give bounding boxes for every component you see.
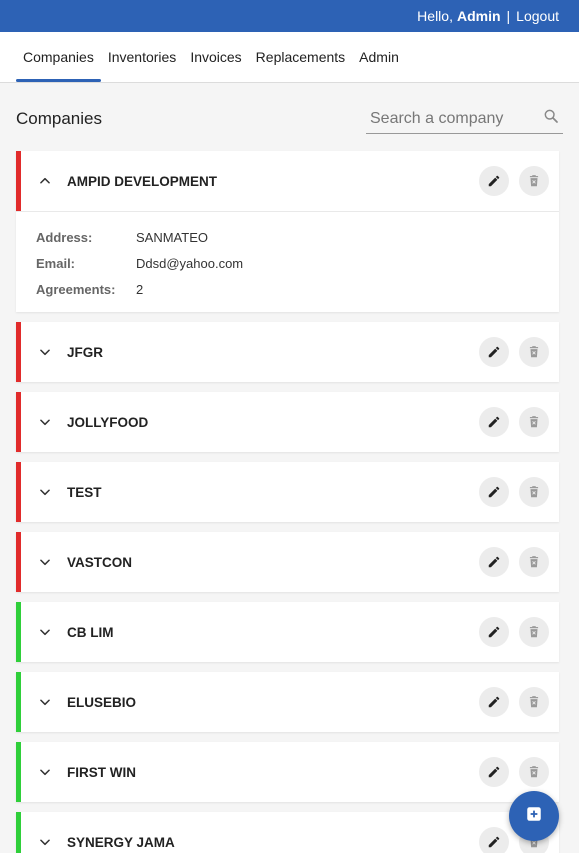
edit-button[interactable] xyxy=(479,547,509,577)
company-card-header[interactable]: TEST xyxy=(21,462,559,522)
greeting-text: Hello, xyxy=(417,8,453,24)
trash-icon xyxy=(527,174,541,188)
company-list: AMPID DEVELOPMENT Address: SANMATEO Email: D… xyxy=(0,151,579,853)
chevron-down-icon[interactable] xyxy=(35,762,55,782)
company-card: AMPID DEVELOPMENT Address: SANMATEO Email: D… xyxy=(16,151,559,312)
delete-button[interactable] xyxy=(519,687,549,717)
email-label: Email: xyxy=(36,255,76,271)
company-name: VASTCON xyxy=(67,554,133,570)
company-name: FIRST WIN xyxy=(67,764,136,780)
delete-button[interactable] xyxy=(519,617,549,647)
company-card-header[interactable]: AMPID DEVELOPMENT xyxy=(16,151,559,211)
delete-button[interactable] xyxy=(519,757,549,787)
address-row: Address: SANMATEO xyxy=(36,224,559,250)
chevron-down-icon[interactable] xyxy=(35,552,55,572)
company-name: JFGR xyxy=(67,344,104,360)
edit-button[interactable] xyxy=(479,337,509,367)
pencil-icon xyxy=(487,174,501,188)
main-nav: Companies Inventories Invoices Replaceme… xyxy=(0,32,579,83)
company-card: VASTCON xyxy=(16,532,559,592)
tab-inventories[interactable]: Inventories xyxy=(101,32,183,82)
company-card-header[interactable]: VASTCON xyxy=(21,532,559,592)
chevron-down-icon[interactable] xyxy=(35,622,55,642)
trash-icon xyxy=(527,415,541,429)
company-name: JOLLYFOOD xyxy=(67,414,149,430)
delete-button[interactable] xyxy=(519,547,549,577)
delete-button[interactable] xyxy=(519,477,549,507)
company-card: SYNERGY JAMA xyxy=(16,812,559,853)
tab-replacements[interactable]: Replacements xyxy=(249,32,353,82)
separator: | xyxy=(506,8,511,24)
pencil-icon xyxy=(487,765,501,779)
edit-button[interactable] xyxy=(479,407,509,437)
chevron-down-icon[interactable] xyxy=(35,692,55,712)
logout-link[interactable]: Logout xyxy=(516,8,559,24)
chevron-down-icon[interactable] xyxy=(35,482,55,502)
chevron-down-icon[interactable] xyxy=(35,412,55,432)
company-card-header[interactable]: JFGR xyxy=(21,322,559,382)
address-value: SANMATEO xyxy=(136,229,208,245)
company-card-header[interactable]: CB LIM xyxy=(21,602,559,662)
pencil-icon xyxy=(487,555,501,569)
edit-button[interactable] xyxy=(479,166,509,196)
pencil-icon xyxy=(487,485,501,499)
edit-button[interactable] xyxy=(479,687,509,717)
company-card: FIRST WIN xyxy=(16,742,559,802)
company-name: ELUSEBIO xyxy=(67,694,137,710)
email-value: Ddsd@yahoo.com xyxy=(136,255,244,271)
delete-button[interactable] xyxy=(519,337,549,367)
agreements-value: 2 xyxy=(136,281,144,297)
add-company-button[interactable] xyxy=(509,791,559,841)
edit-button[interactable] xyxy=(479,477,509,507)
trash-icon xyxy=(527,765,541,779)
edit-button[interactable] xyxy=(479,827,509,853)
company-card-header[interactable]: SYNERGY JAMA xyxy=(21,812,559,853)
tab-admin[interactable]: Admin xyxy=(352,32,406,82)
company-card-header[interactable]: JOLLYFOOD xyxy=(21,392,559,452)
company-name: AMPID DEVELOPMENT xyxy=(67,173,218,189)
company-card: ELUSEBIO xyxy=(16,672,559,732)
trash-icon xyxy=(527,555,541,569)
company-card: JOLLYFOOD xyxy=(16,392,559,452)
edit-button[interactable] xyxy=(479,617,509,647)
chevron-down-icon[interactable] xyxy=(35,832,55,852)
pencil-icon xyxy=(487,695,501,709)
add-icon xyxy=(525,805,543,828)
chevron-down-icon[interactable] xyxy=(35,342,55,362)
address-label: Address: xyxy=(36,229,93,245)
company-card: JFGR xyxy=(16,322,559,382)
chevron-up-icon[interactable] xyxy=(35,171,55,191)
company-card: TEST xyxy=(16,462,559,522)
trash-icon xyxy=(527,485,541,499)
company-card: CB LIM xyxy=(16,602,559,662)
agreements-row: Agreements: 2 xyxy=(36,276,559,302)
pencil-icon xyxy=(487,345,501,359)
tab-invoices[interactable]: Invoices xyxy=(183,32,248,82)
company-card-header[interactable]: ELUSEBIO xyxy=(21,672,559,732)
edit-button[interactable] xyxy=(479,757,509,787)
pencil-icon xyxy=(487,415,501,429)
company-name: TEST xyxy=(67,484,102,500)
delete-button[interactable] xyxy=(519,407,549,437)
delete-button[interactable] xyxy=(519,166,549,196)
pencil-icon xyxy=(487,835,501,849)
company-name: CB LIM xyxy=(67,624,114,640)
tab-companies[interactable]: Companies xyxy=(16,32,101,82)
trash-icon xyxy=(527,695,541,709)
company-card-header[interactable]: FIRST WIN xyxy=(21,742,559,802)
search-icon[interactable] xyxy=(543,108,559,129)
email-row: Email: Ddsd@yahoo.com xyxy=(36,250,559,276)
company-details: Address: SANMATEO Email: Ddsd@yahoo.com Agre… xyxy=(16,211,559,312)
trash-icon xyxy=(527,625,541,639)
agreements-label: Agreements: xyxy=(36,281,116,297)
search-box xyxy=(366,104,563,134)
search-input[interactable] xyxy=(370,109,530,128)
page-title: Companies xyxy=(16,109,102,128)
pencil-icon xyxy=(487,625,501,639)
trash-icon xyxy=(527,345,541,359)
user-name: Admin xyxy=(456,8,501,24)
page-header: Companies xyxy=(0,103,579,135)
top-bar: Hello, Admin | Logout xyxy=(0,0,579,32)
company-name: SYNERGY JAMA xyxy=(67,834,175,850)
